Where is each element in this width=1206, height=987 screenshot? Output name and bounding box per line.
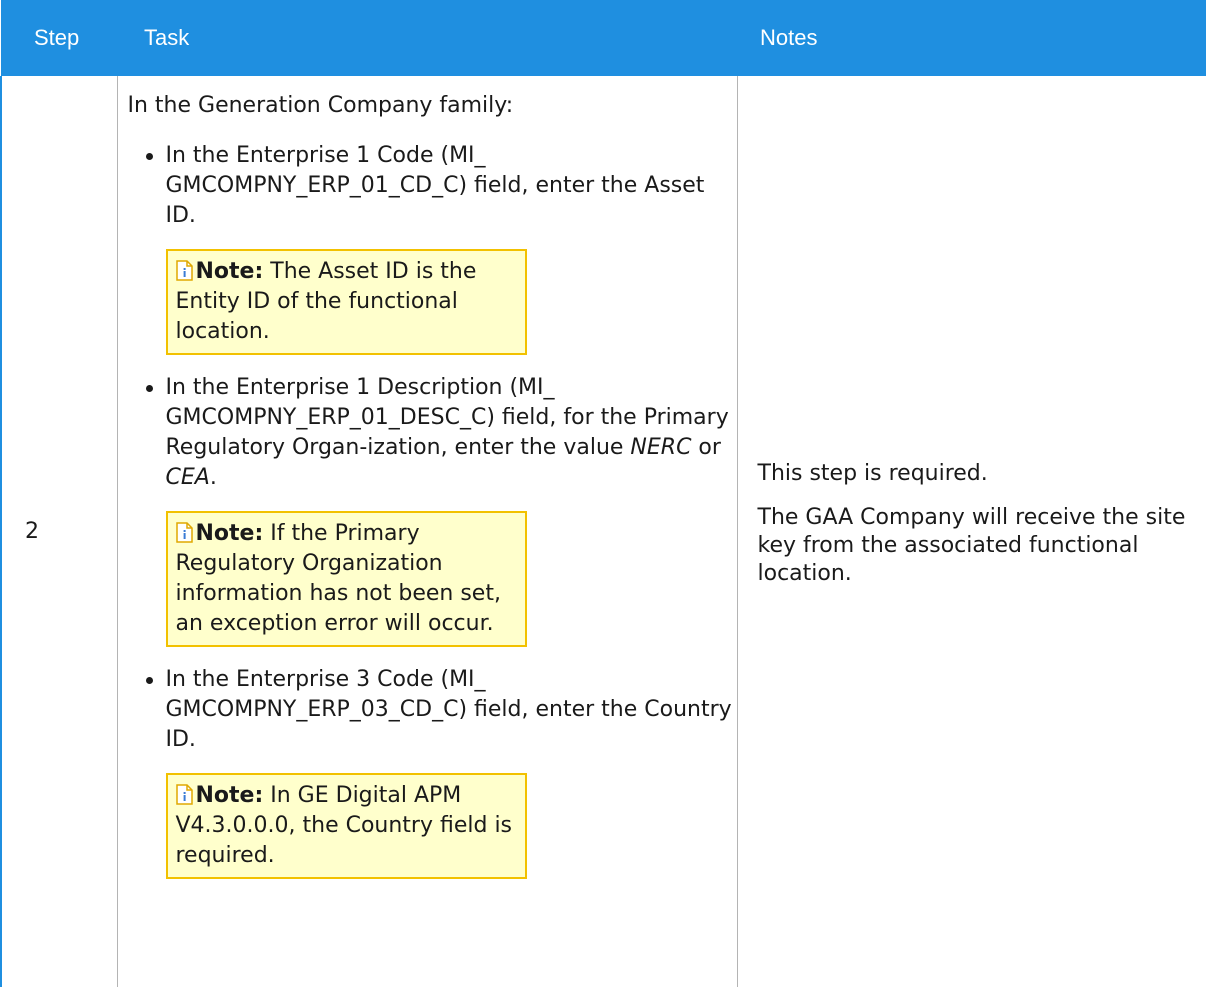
note-label: Note: xyxy=(195,521,264,546)
value-nerc: NERC xyxy=(630,435,692,460)
item-text-part: . xyxy=(209,465,217,490)
task-list: In the Enterprise 1 Code (MI_ GMCOMPNY_E… xyxy=(128,141,737,879)
table-row: 2 In the Generation Company family: In t… xyxy=(0,76,1206,987)
note-document-icon xyxy=(175,522,193,543)
note-label: Note: xyxy=(195,259,264,284)
item-text: In the Enterprise 3 Code (MI_ GMCOMPNY_E… xyxy=(165,667,732,752)
task-intro: In the Generation Company family: xyxy=(127,93,514,118)
bullet-icon xyxy=(145,677,153,684)
note-box: Note: The Asset ID is the Entity ID of t… xyxy=(165,249,527,355)
notes-text: This step is required. The GAA Company w… xyxy=(758,460,1198,588)
header-task: Task xyxy=(117,0,737,76)
item-text: In the Enterprise 1 Code (MI_ GMCOMPNY_E… xyxy=(165,143,705,228)
note-box: Note: In GE Digital APM V4.3.0.0.0, the … xyxy=(165,773,527,879)
note-box: Note: If the Primary Regulatory Organiza… xyxy=(165,511,527,647)
note-document-icon xyxy=(175,784,193,805)
list-item: In the Enterprise 1 Description (MI_ GMC… xyxy=(145,373,737,647)
bullet-icon xyxy=(145,385,153,392)
notes-paragraph: The GAA Company will receive the site ke… xyxy=(757,504,1186,586)
value-cea: CEA xyxy=(165,465,210,490)
task-cell: In the Generation Company family: In the… xyxy=(117,76,738,987)
list-item: In the Enterprise 3 Code (MI_ GMCOMPNY_E… xyxy=(145,665,737,879)
note-label: Note: xyxy=(195,783,264,808)
list-item: In the Enterprise 1 Code (MI_ GMCOMPNY_E… xyxy=(145,141,737,355)
notes-cell: This step is required. The GAA Company w… xyxy=(737,76,1206,987)
steps-table: Step Task Notes 2 In the Generation Comp… xyxy=(0,0,1206,987)
note-document-icon xyxy=(175,260,193,281)
item-text: In the Enterprise 1 Description (MI_ GMC… xyxy=(166,373,737,493)
header-notes: Notes xyxy=(737,0,1206,76)
step-number: 2 xyxy=(0,76,118,987)
notes-paragraph: This step is required. xyxy=(757,460,988,486)
table-header: Step Task Notes xyxy=(1,0,1206,76)
header-step: Step xyxy=(1,0,117,76)
item-text-part: or xyxy=(691,435,721,460)
bullet-icon xyxy=(145,153,153,160)
